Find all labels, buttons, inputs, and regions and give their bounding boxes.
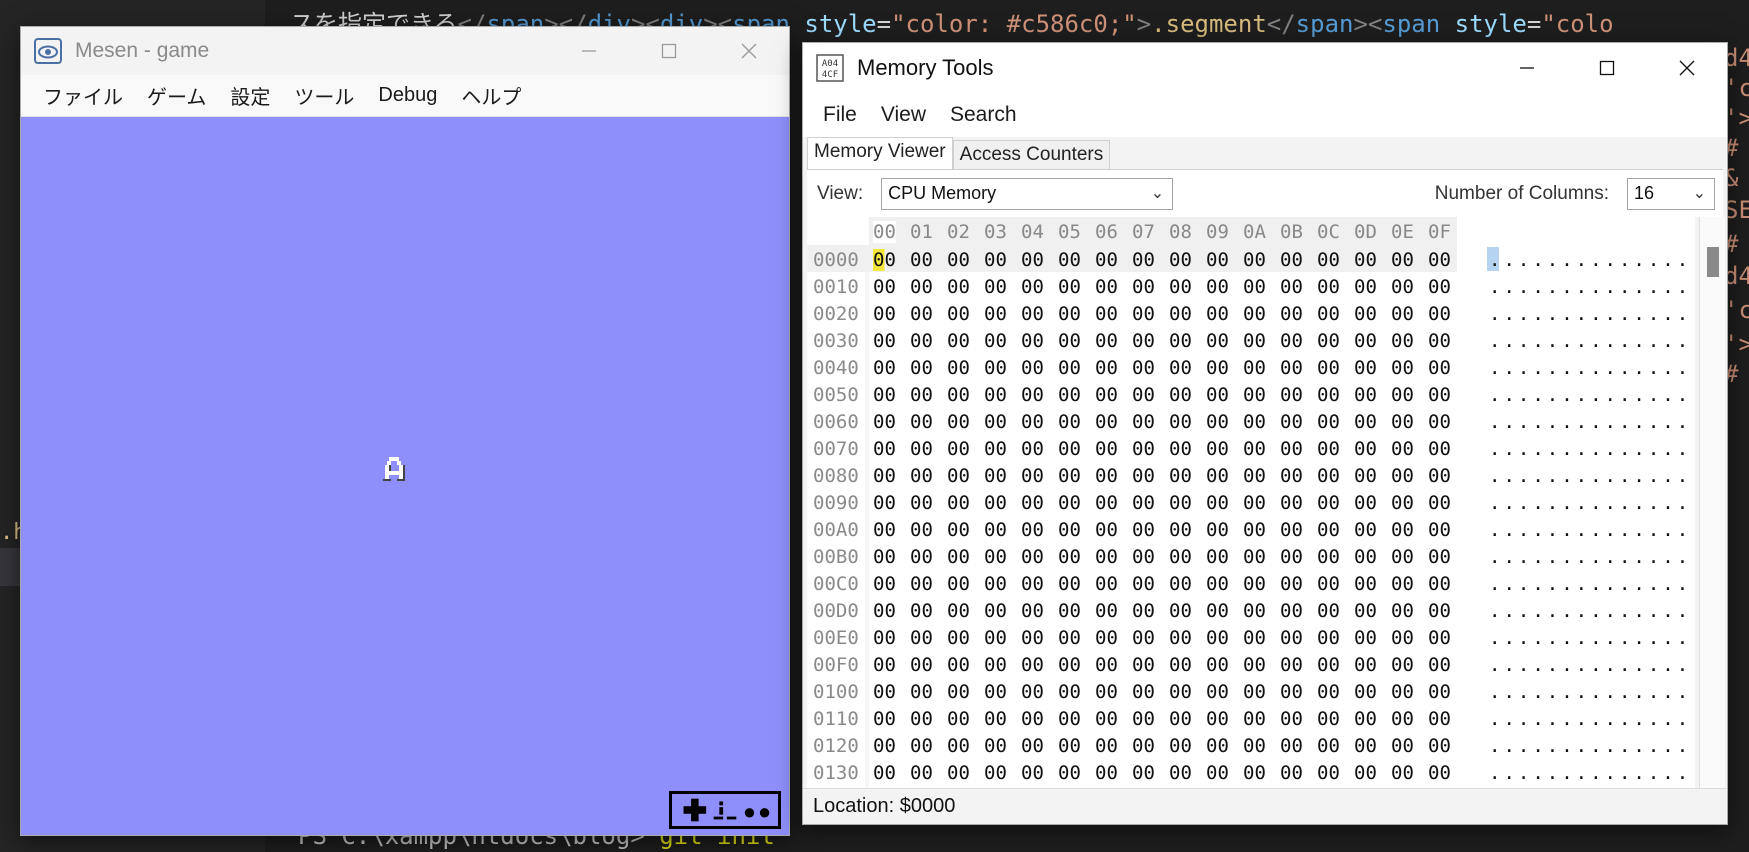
menu-help[interactable]: ヘルプ <box>449 75 533 116</box>
window-title: Mesen - game <box>75 39 210 62</box>
column-header: 0F <box>1428 221 1451 243</box>
view-label: View: <box>817 182 864 204</box>
column-header: 0B <box>1280 221 1303 243</box>
code-token: = <box>1526 10 1542 38</box>
columns-value: 16 <box>1634 183 1655 203</box>
ascii-column[interactable]: ................ <box>1489 735 1695 757</box>
code-token: style <box>789 10 877 38</box>
game-screen[interactable] <box>21 117 789 835</box>
column-header: 0C <box>1317 221 1340 243</box>
explorer-selection <box>0 548 22 586</box>
minimize-button[interactable] <box>549 27 629 75</box>
menu-file[interactable]: ファイル <box>31 75 135 116</box>
column-header-row: 00 01 02 03 04 05 06 07 08 09 0A 0B 0C 0D 0E 0F <box>869 217 1457 245</box>
minimize-button[interactable] <box>1487 43 1567 93</box>
column-header: 0E <box>1391 221 1414 243</box>
menu-tools[interactable]: ツール <box>282 75 366 116</box>
column-header: 04 <box>1021 221 1044 243</box>
ascii-column[interactable]: ................ <box>1489 384 1695 406</box>
memory-type-dropdown[interactable]: CPU Memory ⌄ <box>881 177 1174 210</box>
viewer-toolbar: View: CPU Memory ⌄ Number of Columns: 16… <box>807 169 1723 217</box>
tab-strip: Memory Viewer Access Counters <box>807 137 1111 169</box>
scrollbar-thumb[interactable] <box>1707 247 1719 277</box>
memory-tools-window: A04 4CF Memory Tools File View Search Me… <box>802 42 1728 825</box>
ascii-column[interactable]: ................ <box>1489 600 1695 622</box>
column-header: 09 <box>1206 221 1229 243</box>
column-header: 0D <box>1354 221 1377 243</box>
code-token: span <box>1382 10 1441 38</box>
column-header: 02 <box>947 221 970 243</box>
ascii-column[interactable]: ................ <box>1489 708 1695 730</box>
ascii-column[interactable]: ................ <box>1489 627 1695 649</box>
menu-game[interactable]: ゲーム <box>135 75 218 116</box>
svg-text:A04: A04 <box>822 59 838 69</box>
ascii-column[interactable]: ................ <box>1489 438 1695 460</box>
chevron-down-icon: ⌄ <box>1692 184 1706 202</box>
ascii-column[interactable]: ................ <box>1489 519 1695 541</box>
location-status: Location: $0000 <box>813 795 956 817</box>
menu-debug[interactable]: Debug <box>366 75 449 116</box>
column-header: 03 <box>984 221 1007 243</box>
code-token: >< <box>1353 10 1383 38</box>
hex-editor[interactable]: 00 01 02 03 04 05 06 07 08 09 0A 0B 0C 0D 0E 0F 0000 00 0… <box>807 217 1695 790</box>
menu-view[interactable]: View <box>869 93 938 137</box>
tab-memory-viewer[interactable]: Memory Viewer <box>807 137 953 169</box>
ascii-column[interactable]: ................ <box>1489 492 1695 514</box>
close-button[interactable] <box>709 27 789 75</box>
ascii-column[interactable]: ................ <box>1489 249 1695 271</box>
column-header: 01 <box>910 221 933 243</box>
close-button[interactable] <box>1647 43 1727 93</box>
memory-tools-menubar: File View Search <box>803 93 1727 137</box>
mesen-window: Mesen - game ファイル ゲーム 設定 ツール Debug ヘルプ <box>20 26 790 836</box>
mesen-menubar: ファイル ゲーム 設定 ツール Debug ヘルプ <box>21 75 789 117</box>
code-token: span <box>1295 10 1354 38</box>
code-token: .segment <box>1151 10 1267 38</box>
ascii-column[interactable]: ................ <box>1489 762 1695 784</box>
vertical-scrollbar[interactable] <box>1699 217 1725 790</box>
ascii-column[interactable]: ................ <box>1489 303 1695 325</box>
code-token: "colo <box>1541 10 1614 38</box>
column-header: 00 <box>873 221 896 243</box>
columns-dropdown[interactable]: 16 ⌄ <box>1627 177 1715 210</box>
ascii-column[interactable]: ................ <box>1489 654 1695 676</box>
controller-icon <box>669 791 781 829</box>
menu-search[interactable]: Search <box>938 93 1029 137</box>
columns-label: Number of Columns: <box>1434 182 1609 204</box>
column-header: 0A <box>1243 221 1266 243</box>
code-token: > <box>1136 10 1152 38</box>
chevron-down-icon: ⌄ <box>1150 184 1165 202</box>
memory-tools-titlebar[interactable]: A04 4CF Memory Tools <box>803 43 1727 93</box>
ascii-column[interactable]: ................ <box>1489 357 1695 379</box>
code-token: </ <box>1266 10 1296 38</box>
eye-icon <box>33 36 63 66</box>
mesen-titlebar[interactable]: Mesen - game <box>21 27 789 75</box>
ascii-column[interactable]: ................ <box>1489 573 1695 595</box>
letter-a-sprite <box>381 455 407 483</box>
ascii-column[interactable]: ................ <box>1489 276 1695 298</box>
ascii-column[interactable]: ................ <box>1489 546 1695 568</box>
ascii-column[interactable]: ................ <box>1489 330 1695 352</box>
maximize-button[interactable] <box>629 27 709 75</box>
ascii-column[interactable]: ................ <box>1489 411 1695 433</box>
column-header: 05 <box>1058 221 1081 243</box>
ascii-column[interactable]: ................ <box>1489 681 1695 703</box>
tab-access-counters[interactable]: Access Counters <box>952 140 1111 169</box>
memory-type-value: CPU Memory <box>888 183 997 203</box>
ascii-column[interactable]: ................ <box>1489 465 1695 487</box>
window-title: Memory Tools <box>857 55 994 80</box>
code-token: = <box>876 10 892 38</box>
maximize-button[interactable] <box>1567 43 1647 93</box>
hex-memory-icon: A04 4CF <box>815 53 845 83</box>
code-token: "color: #c586c0;" <box>891 10 1137 38</box>
column-header: 08 <box>1169 221 1192 243</box>
column-header: 06 <box>1095 221 1118 243</box>
code-token: style <box>1440 10 1527 38</box>
menu-settings[interactable]: 設定 <box>218 75 282 116</box>
menu-file[interactable]: File <box>811 93 869 137</box>
svg-text:4CF: 4CF <box>822 70 838 80</box>
column-header: 07 <box>1132 221 1155 243</box>
status-bar: Location: $0000 <box>803 788 1727 824</box>
